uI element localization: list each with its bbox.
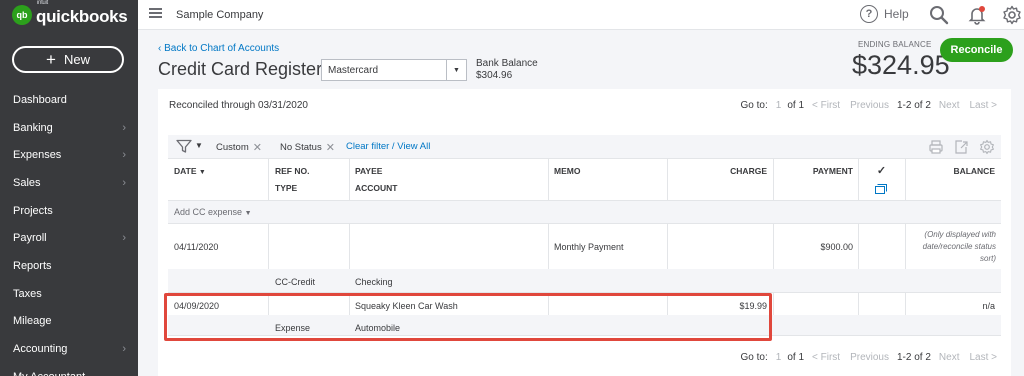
search-icon[interactable]	[929, 5, 949, 25]
filter-bar: ▼ Custom ✕ No Status ✕ Clear filter / View…	[168, 135, 1001, 159]
settings-icon[interactable]	[979, 139, 995, 155]
columns-icon[interactable]	[875, 184, 887, 194]
gear-icon[interactable]	[1002, 5, 1022, 25]
add-cc-expense-dropdown[interactable]: Add CC expense ▼	[174, 207, 252, 217]
page-input[interactable]: 1	[776, 352, 782, 363]
sidebar-item-expenses[interactable]: Expenses ›	[0, 141, 138, 169]
chevron-right-icon: ›	[122, 149, 126, 162]
page-input[interactable]: 1	[776, 100, 782, 111]
filter-chip-custom[interactable]: Custom ✕	[216, 141, 262, 154]
ending-balance-value: $324.95	[852, 50, 950, 80]
bank-balance: Bank Balance $304.96	[476, 58, 538, 81]
column-header-date[interactable]: DATE ▼	[174, 166, 206, 176]
help-icon: ?	[860, 5, 878, 23]
export-icon[interactable]	[953, 139, 969, 155]
pager-bottom: Go to: 1 of 1 < First Previous 1-2 of 2 …	[740, 352, 997, 363]
filter-icon[interactable]	[176, 139, 192, 154]
column-header-balance[interactable]: BALANCE	[905, 166, 995, 176]
column-header-memo[interactable]: MEMO	[554, 166, 580, 176]
highlight-box	[164, 293, 772, 341]
quickbooks-logo[interactable]: qb intuit quickbooks	[12, 0, 128, 26]
new-button[interactable]: + New	[12, 46, 124, 73]
back-to-chart-link[interactable]: ‹ Back to Chart of Accounts	[158, 43, 279, 54]
sidebar: qb intuit quickbooks + New Dashboard Bank…	[0, 0, 138, 376]
sidebar-item-taxes[interactable]: Taxes	[0, 280, 138, 308]
previous-page-link[interactable]: Previous	[850, 352, 889, 363]
sidebar-item-projects[interactable]: Projects	[0, 197, 138, 225]
sidebar-item-banking[interactable]: Banking ›	[0, 114, 138, 142]
company-name: Sample Company	[176, 9, 264, 21]
filter-chip-no-status[interactable]: No Status ✕	[280, 141, 335, 154]
page-title: Credit Card Register	[158, 59, 323, 79]
sort-desc-icon: ▼	[198, 169, 206, 176]
top-bar: Sample Company ? Help	[138, 0, 1024, 30]
column-header-type[interactable]: TYPE	[275, 183, 297, 193]
qb-logo-icon: qb	[12, 5, 32, 25]
close-icon[interactable]: ✕	[253, 141, 262, 154]
pager-top: Go to: 1 of 1 < First Previous 1-2 of 2 …	[740, 100, 997, 111]
hamburger-icon[interactable]	[149, 8, 162, 18]
sidebar-item-reports[interactable]: Reports	[0, 252, 138, 280]
first-page-link[interactable]: < First	[812, 100, 840, 111]
next-page-link[interactable]: Next	[939, 100, 960, 111]
plus-icon: +	[46, 50, 56, 69]
column-header-ref[interactable]: REF NO.	[275, 166, 309, 176]
page-range: 1-2 of 2	[896, 352, 931, 363]
chevron-down-icon: ▼	[244, 210, 252, 217]
column-header-payee[interactable]: PAYEE	[355, 166, 382, 176]
close-icon[interactable]: ✕	[326, 141, 335, 154]
sidebar-item-dashboard[interactable]: Dashboard	[0, 86, 138, 114]
last-page-link[interactable]: Last >	[969, 352, 997, 363]
column-header-account[interactable]: ACCOUNT	[355, 183, 398, 193]
chevron-right-icon: ›	[122, 343, 126, 356]
column-header-reconciled[interactable]: ✓	[858, 164, 905, 177]
filter-dropdown-icon[interactable]: ▼	[195, 141, 203, 150]
chevron-right-icon: ›	[122, 121, 126, 134]
column-header-charge[interactable]: CHARGE	[667, 166, 767, 176]
sidebar-item-payroll[interactable]: Payroll ›	[0, 224, 138, 252]
ending-balance-label: ENDING BALANCE	[858, 40, 932, 49]
sidebar-item-accounting[interactable]: Accounting ›	[0, 335, 138, 363]
account-select[interactable]: Mastercard ▼	[321, 59, 467, 81]
column-header-payment[interactable]: PAYMENT	[773, 166, 853, 176]
reconcile-button[interactable]: Reconcile	[940, 38, 1013, 62]
sidebar-item-mileage[interactable]: Mileage	[0, 308, 138, 336]
print-icon[interactable]	[928, 139, 944, 155]
sidebar-item-my-accountant[interactable]: My Accountant	[0, 363, 138, 376]
intuit-label: intuit	[37, 0, 48, 6]
reconciled-through: Reconciled through 03/31/2020	[169, 100, 308, 111]
next-page-link[interactable]: Next	[939, 352, 960, 363]
last-page-link[interactable]: Last >	[969, 100, 997, 111]
bell-icon[interactable]	[968, 5, 986, 25]
logo-text: quickbooks	[36, 7, 128, 26]
sidebar-item-sales[interactable]: Sales ›	[0, 169, 138, 197]
chevron-down-icon[interactable]: ▼	[446, 60, 466, 80]
chevron-right-icon: ›	[122, 176, 126, 189]
previous-page-link[interactable]: Previous	[850, 100, 889, 111]
chevron-right-icon: ›	[122, 232, 126, 245]
account-select-value: Mastercard	[328, 64, 379, 76]
help-button[interactable]: ? Help	[860, 5, 909, 23]
page-range: 1-2 of 2	[896, 100, 931, 111]
sidebar-nav: Dashboard Banking › Expenses › Sales › Projects…	[0, 86, 138, 376]
clear-filter-link[interactable]: Clear filter / View All	[346, 141, 430, 152]
first-page-link[interactable]: < First	[812, 352, 840, 363]
